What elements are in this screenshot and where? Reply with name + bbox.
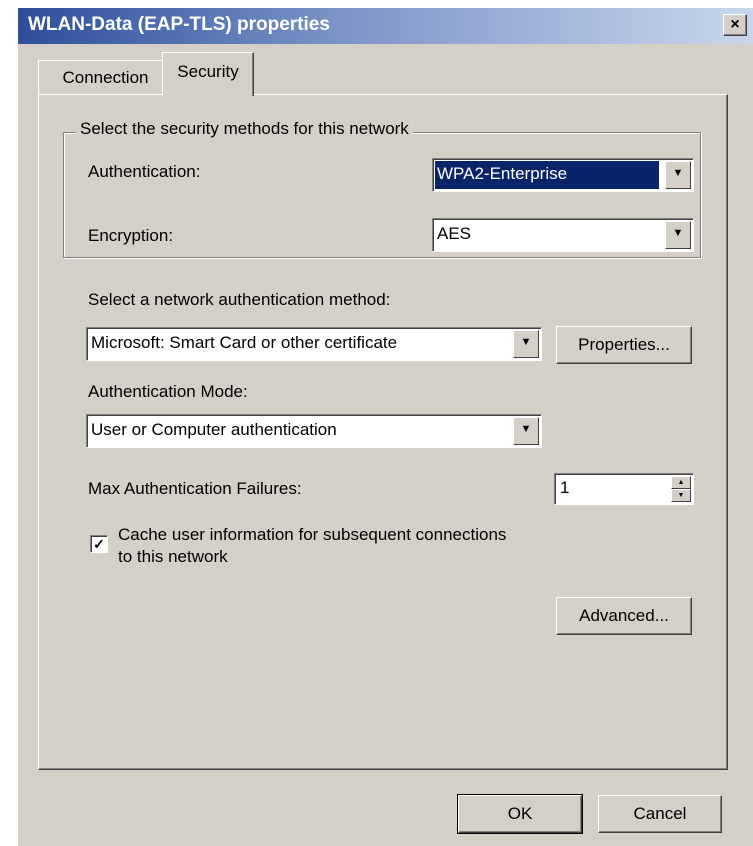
encryption-label: Encryption: <box>88 226 174 245</box>
security-methods-legend: Select the security methods for this net… <box>76 119 413 139</box>
window-title: WLAN-Data (EAP-TLS) properties <box>28 14 330 35</box>
chevron-down-icon[interactable]: ▼ <box>513 417 539 445</box>
ok-button-label: OK <box>507 804 533 823</box>
close-icon: × <box>730 16 740 33</box>
cache-user-info-label-line2[interactable]: to this network <box>118 547 228 567</box>
cancel-button[interactable]: Cancel <box>598 795 722 833</box>
authentication-label: Authentication: <box>88 162 201 181</box>
tab-connection-label: Connection <box>62 68 149 87</box>
chevron-down-icon[interactable]: ▼ <box>665 221 691 249</box>
properties-button-label: Properties... <box>578 335 670 354</box>
advanced-button[interactable]: Advanced... <box>556 597 692 635</box>
cache-user-info-label-line1[interactable]: Cache user information for subsequent co… <box>118 525 506 545</box>
tab-security[interactable]: Security <box>162 52 254 96</box>
authentication-select[interactable]: WPA2-Enterprise ▼ <box>432 158 694 192</box>
authentication-value: WPA2-Enterprise <box>435 161 659 189</box>
max-auth-failures-stepper[interactable]: 1 ▲ ▼ <box>554 473 694 505</box>
authentication-mode-select[interactable]: User or Computer authentication ▼ <box>86 414 542 448</box>
authentication-mode-label: Authentication Mode: <box>88 382 248 401</box>
cancel-button-label: Cancel <box>633 804 687 823</box>
properties-button[interactable]: Properties... <box>556 326 692 364</box>
authentication-mode-value: User or Computer authentication <box>91 420 337 439</box>
network-auth-method-label: Select a network authentication method: <box>88 290 391 309</box>
tab-security-label: Security <box>177 62 239 81</box>
encryption-value: AES <box>437 224 472 243</box>
title-bar[interactable]: WLAN-Data (EAP-TLS) properties × <box>18 8 753 44</box>
advanced-button-label: Advanced... <box>579 606 669 625</box>
close-button[interactable]: × <box>723 14 747 36</box>
ok-button[interactable]: OK <box>457 794 583 834</box>
cache-user-info-checkbox[interactable]: ✓ <box>90 535 108 553</box>
max-auth-failures-value: 1 <box>560 478 570 497</box>
spin-up-icon[interactable]: ▲ <box>671 476 691 489</box>
network-auth-method-value: Microsoft: Smart Card or other certifica… <box>91 333 398 352</box>
chevron-down-icon[interactable]: ▼ <box>513 330 539 358</box>
max-auth-failures-label: Max Authentication Failures: <box>88 479 302 498</box>
encryption-select[interactable]: AES ▼ <box>432 218 694 252</box>
chevron-down-icon[interactable]: ▼ <box>665 161 691 189</box>
spin-down-icon[interactable]: ▼ <box>671 489 691 502</box>
checkmark-icon: ✓ <box>93 536 105 552</box>
network-auth-method-select[interactable]: Microsoft: Smart Card or other certifica… <box>86 327 542 361</box>
tab-connection[interactable]: Connection <box>38 60 173 94</box>
